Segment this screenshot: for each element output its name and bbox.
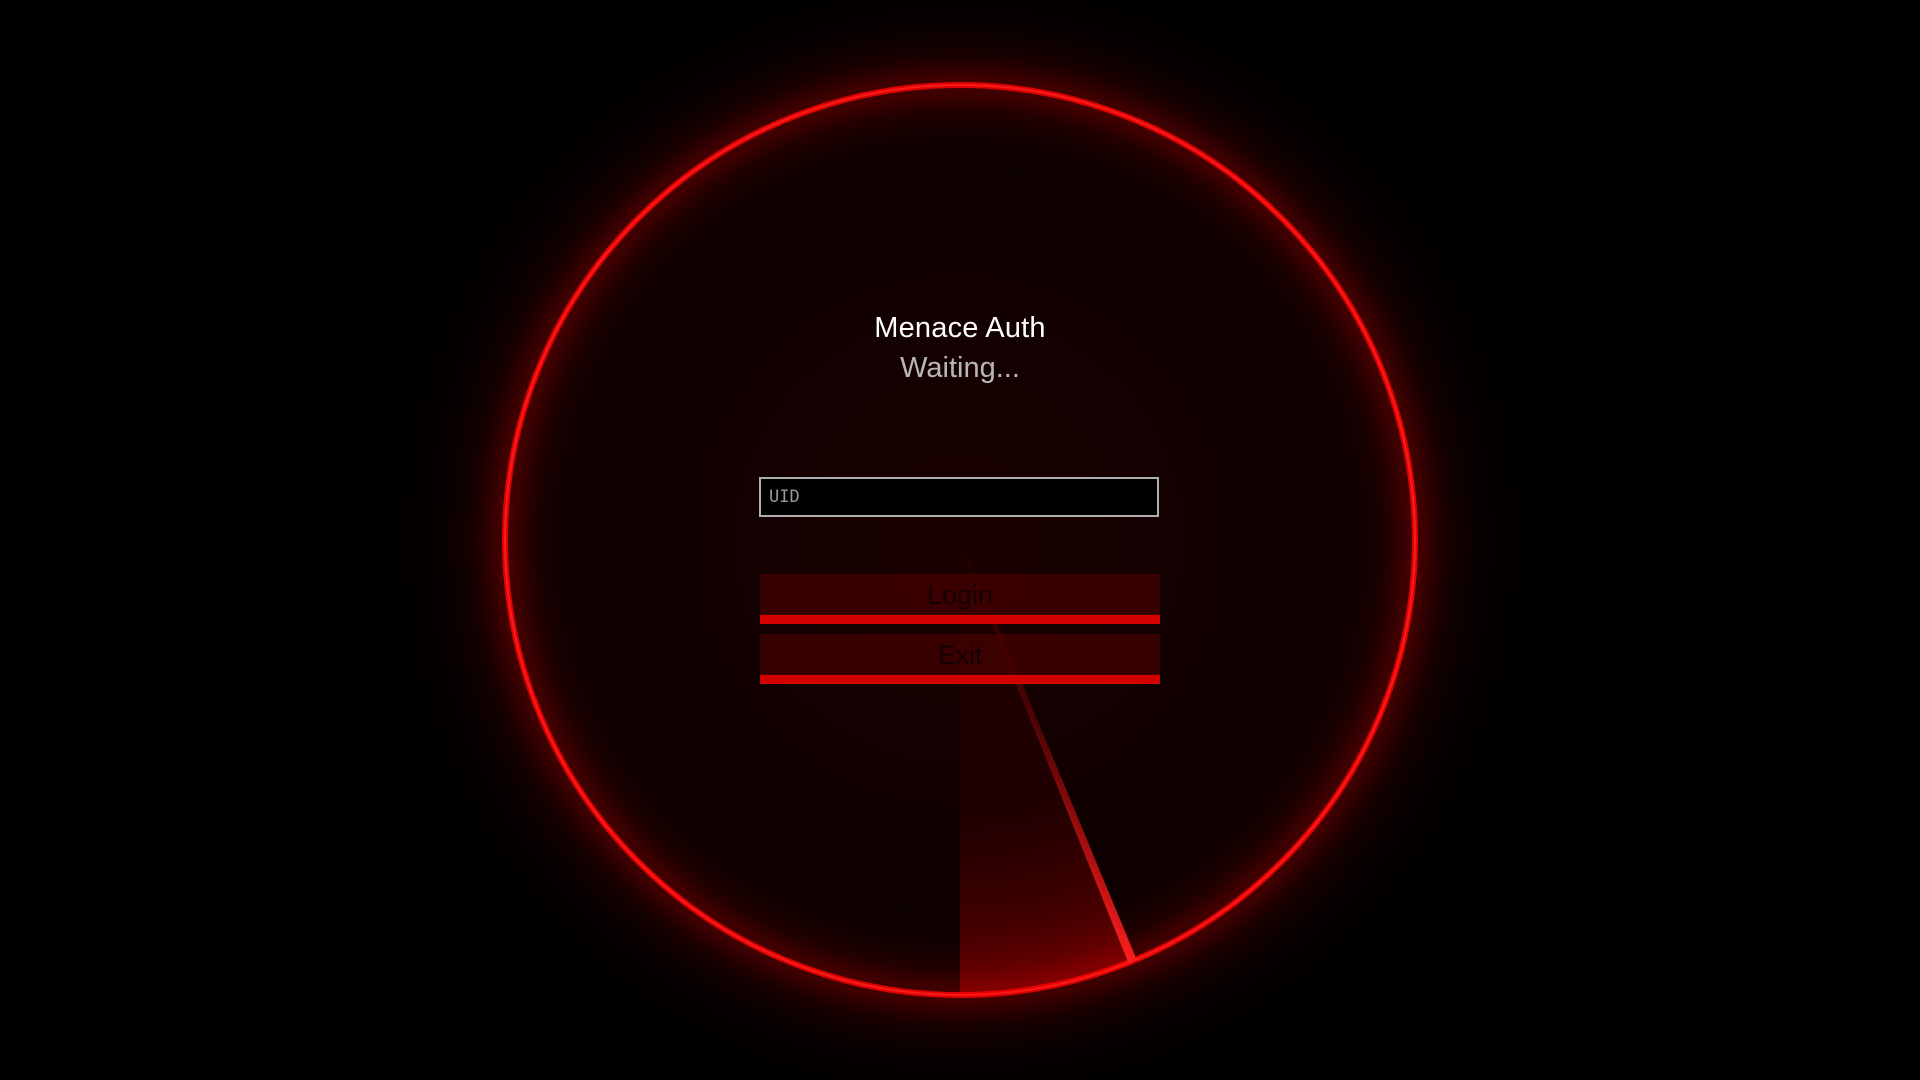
auth-screen: Menace Auth Waiting... Login Exit (0, 0, 1920, 1080)
glowing-ring-decoration (485, 65, 1435, 1015)
uid-input[interactable] (759, 477, 1159, 517)
status-text: Waiting... (900, 352, 1020, 384)
login-button[interactable]: Login (760, 574, 1160, 624)
exit-button[interactable]: Exit (760, 634, 1160, 684)
app-title: Menace Auth (874, 312, 1046, 344)
